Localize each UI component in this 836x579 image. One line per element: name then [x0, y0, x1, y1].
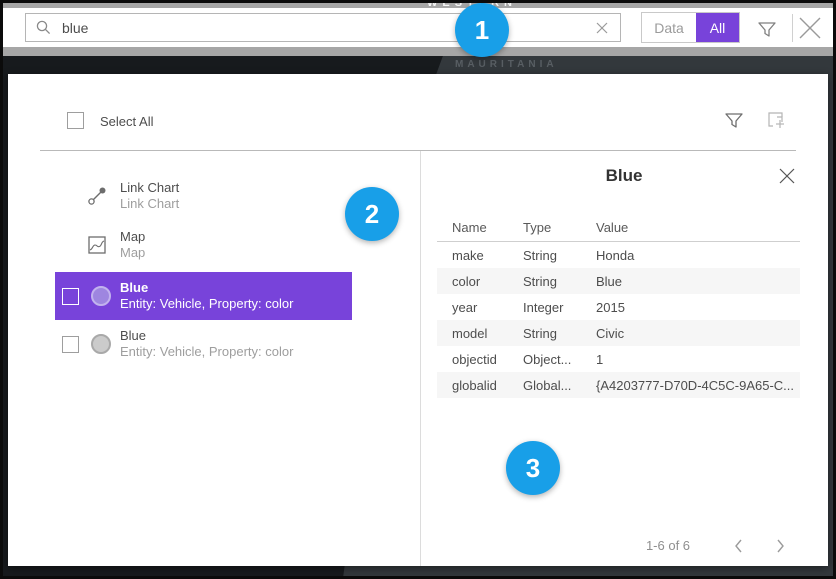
cell-type: String	[508, 326, 581, 341]
cell-name: color	[437, 274, 508, 289]
scope-all-button[interactable]: All	[696, 13, 739, 42]
result-title: Map	[120, 229, 145, 245]
result-subtitle: Entity: Vehicle, Property: color	[120, 296, 293, 312]
cell-type: Object...	[508, 352, 581, 367]
result-title: Link Chart	[120, 180, 179, 196]
map-icon	[84, 232, 110, 258]
close-search-icon[interactable]	[797, 15, 823, 41]
entity-circle-icon	[91, 334, 111, 354]
scope-data-button[interactable]: Data	[642, 13, 696, 42]
result-subtitle: Link Chart	[120, 196, 179, 212]
details-title: Blue	[420, 166, 828, 186]
result-title: Blue	[120, 280, 293, 296]
cell-value: Civic	[581, 326, 800, 341]
cell-value: {A4203777-D70D-4C5C-9A65-C...	[581, 378, 800, 393]
callout-2: 2	[345, 187, 399, 241]
header-divider	[40, 150, 796, 151]
cell-value: 1	[581, 352, 800, 367]
cell-name: make	[437, 248, 508, 263]
page-prev-icon[interactable]	[729, 536, 749, 556]
attributes-table: Name Type Value make String Honda color …	[437, 214, 800, 398]
pagination-label: 1-6 of 6	[620, 538, 716, 553]
result-subtitle: Map	[120, 245, 145, 261]
column-header: Value	[581, 220, 800, 235]
clear-search-button[interactable]	[584, 13, 621, 42]
table-row: make String Honda	[437, 242, 800, 268]
result-checkbox[interactable]	[62, 288, 79, 305]
callout-3: 3	[506, 441, 560, 495]
cell-name: year	[437, 300, 508, 315]
page-next-icon[interactable]	[770, 536, 790, 556]
table-row: model String Civic	[437, 320, 800, 346]
app-window: WESTERN MAURITANIA Sao Paulo Data All	[0, 0, 836, 579]
column-header: Type	[508, 220, 581, 235]
cell-value: Blue	[581, 274, 800, 289]
column-header: Name	[437, 220, 508, 235]
add-selection-icon[interactable]	[765, 109, 787, 131]
cell-type: String	[508, 248, 581, 263]
cell-name: objectid	[437, 352, 508, 367]
clear-icon	[596, 22, 608, 34]
callout-1: 1	[455, 3, 509, 57]
result-checkbox[interactable]	[62, 336, 79, 353]
search-toolbar: Data All	[3, 8, 833, 47]
cell-type: Global...	[508, 378, 581, 393]
map-label-mauritania: MAURITANIA	[455, 59, 558, 70]
cell-name: globalid	[437, 378, 508, 393]
select-all-checkbox[interactable]	[67, 112, 84, 129]
link-chart-icon	[84, 183, 110, 209]
table-row: objectid Object... 1	[437, 346, 800, 372]
cell-value: 2015	[581, 300, 800, 315]
list-details-divider	[420, 151, 421, 566]
result-subtitle: Entity: Vehicle, Property: color	[120, 344, 293, 360]
table-row: year Integer 2015	[437, 294, 800, 320]
cell-type: Integer	[508, 300, 581, 315]
result-item-blue-selected[interactable]: Blue Entity: Vehicle, Property: color	[55, 272, 352, 320]
result-item-blue[interactable]: Blue Entity: Vehicle, Property: color	[55, 320, 352, 368]
select-all-label: Select All	[100, 114, 153, 129]
entity-circle-icon	[91, 286, 111, 306]
toolbar-divider	[792, 14, 793, 42]
filter-icon[interactable]	[756, 18, 778, 40]
search-icon	[35, 19, 52, 36]
table-row: globalid Global... {A4203777-D70D-4C5C-9…	[437, 372, 800, 398]
result-title: Blue	[120, 328, 293, 344]
search-scope-toggle: Data All	[641, 12, 740, 43]
table-header-row: Name Type Value	[437, 214, 800, 242]
search-results-panel: Select All Link Chart Link Chart	[8, 74, 828, 566]
results-filter-icon[interactable]	[723, 109, 745, 131]
cell-name: model	[437, 326, 508, 341]
cell-value: Honda	[581, 248, 800, 263]
details-close-icon[interactable]	[778, 167, 796, 185]
cell-type: String	[508, 274, 581, 289]
table-row: color String Blue	[437, 268, 800, 294]
